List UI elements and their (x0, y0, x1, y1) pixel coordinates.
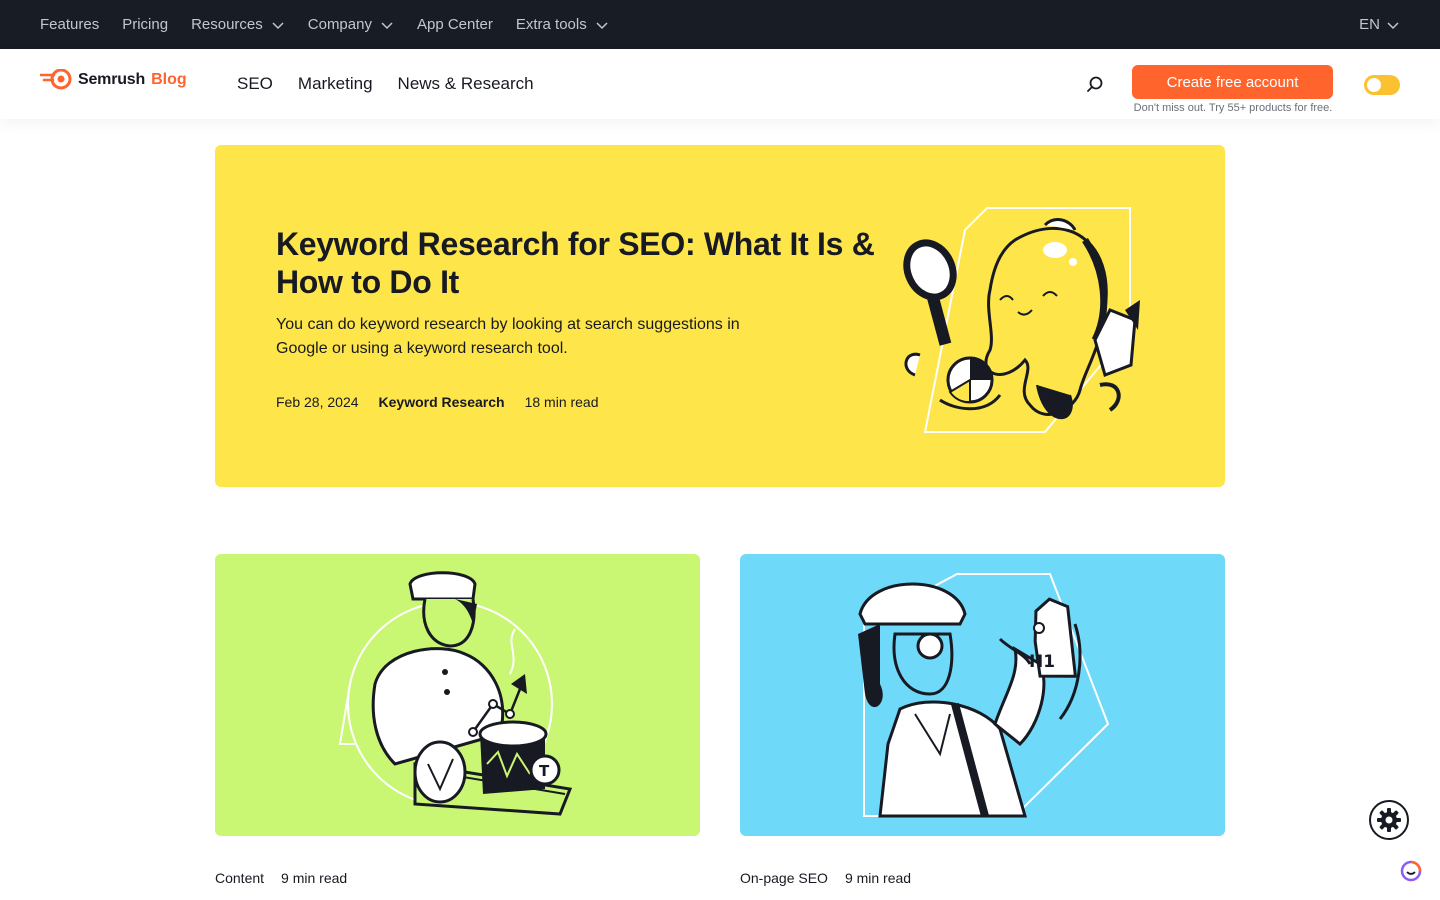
top-nav-label: Company (307, 16, 372, 33)
search-icon[interactable] (1085, 75, 1105, 95)
chevron-down-icon (381, 21, 393, 29)
main-header: Semrush Blog SEO Marketing News & Resear… (0, 49, 1440, 119)
semrush-fireball-icon (40, 69, 72, 90)
language-selector[interactable]: EN (1359, 0, 1400, 49)
article-category-link[interactable]: On-page SEO (740, 870, 828, 886)
top-nav: Features Pricing Resources Company App C… (40, 16, 609, 33)
main-nav-seo[interactable]: SEO (237, 74, 273, 94)
toggle-knob (1367, 78, 1381, 92)
language-label: EN (1359, 16, 1380, 33)
card-illustration-badge: T (539, 762, 550, 780)
article-category-link[interactable]: Keyword Research (379, 394, 505, 410)
top-nav-label: Pricing (122, 16, 169, 33)
top-nav-company[interactable]: Company (308, 16, 394, 33)
article-read-time: 18 min read (524, 394, 599, 410)
chef-serving-chart-icon: T (338, 571, 573, 816)
top-nav-label: Resources (191, 16, 263, 33)
detective-with-h1-tag-icon: H1 (858, 573, 1110, 818)
chevron-down-icon (1387, 21, 1399, 29)
top-nav-features[interactable]: Features (40, 16, 99, 33)
article-read-time: 9 min read (844, 870, 912, 886)
top-bar: Features Pricing Resources Company App C… (0, 0, 1440, 49)
semrush-blog-logo[interactable]: Semrush Blog (40, 69, 187, 91)
article-card-content[interactable]: T (215, 554, 700, 836)
featured-article-meta: Feb 28, 2024 Keyword Research 18 min rea… (276, 394, 599, 410)
cta-subtext: Don't miss out. Try 55+ products for fre… (1133, 102, 1333, 114)
top-nav-label: Extra tools (515, 16, 587, 33)
create-free-account-button[interactable]: Create free account (1132, 65, 1333, 99)
article-card-meta: Content 9 min read (215, 870, 347, 886)
gear-icon (1377, 808, 1401, 832)
featured-article-title[interactable]: Keyword Research for SEO: What It Is & H… (276, 225, 876, 301)
article-card-meta: On-page SEO 9 min read (740, 870, 911, 886)
brand-blog-suffix: Blog (151, 71, 187, 88)
article-card-on-page-seo[interactable]: H1 (740, 554, 1225, 836)
card-illustration-badge: H1 (1029, 652, 1055, 672)
main-nav-marketing[interactable]: Marketing (298, 74, 373, 94)
featured-article[interactable]: Keyword Research for SEO: What It Is & H… (215, 145, 1225, 487)
featured-article-lead: You can do keyword research by looking a… (276, 316, 740, 357)
top-nav-extra-tools[interactable]: Extra tools (516, 16, 609, 33)
top-nav-pricing[interactable]: Pricing (122, 16, 168, 33)
main-nav: SEO Marketing News & Research (237, 74, 534, 94)
top-nav-app-center[interactable]: App Center (417, 16, 493, 33)
chevron-down-icon (596, 21, 608, 29)
article-date: Feb 28, 2024 (276, 394, 359, 410)
assistant-chat-icon[interactable] (1399, 859, 1423, 883)
top-nav-resources[interactable]: Resources (191, 16, 285, 33)
octopus-magnifier-illustration-icon (903, 207, 1140, 433)
settings-floating-button[interactable] (1369, 800, 1409, 840)
brand-wordmark: Semrush (78, 71, 146, 88)
article-read-time: 9 min read (281, 870, 348, 886)
top-nav-label: App Center (416, 16, 493, 33)
top-nav-label: Features (40, 16, 100, 33)
main-nav-news-research[interactable]: News & Research (398, 74, 534, 94)
theme-toggle[interactable] (1364, 75, 1400, 95)
chevron-down-icon (272, 21, 284, 29)
article-category-link[interactable]: Content (215, 870, 264, 886)
